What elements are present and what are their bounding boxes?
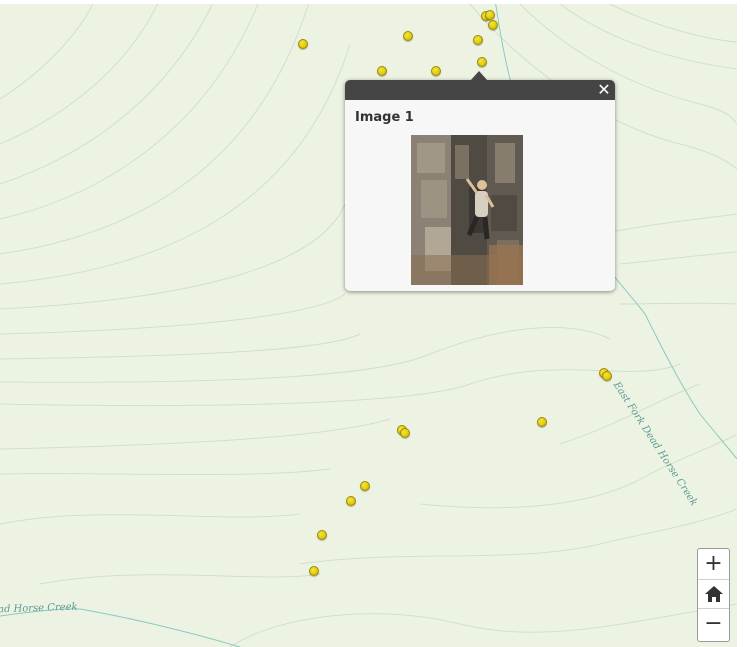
map-marker[interactable] <box>485 10 495 20</box>
zoom-control: + − <box>697 548 730 642</box>
map-marker[interactable] <box>473 35 483 45</box>
map-marker[interactable] <box>317 530 327 540</box>
map-marker[interactable] <box>477 57 487 67</box>
zoom-out-button[interactable]: − <box>698 609 729 639</box>
map-marker[interactable] <box>537 417 547 427</box>
map-marker[interactable] <box>488 20 498 30</box>
map-marker[interactable] <box>309 566 319 576</box>
page-margin <box>737 0 744 647</box>
zoom-in-button[interactable]: + <box>698 549 729 579</box>
map-view[interactable]: East Fork Dead Horse Creek ad Horse Cree… <box>0 4 737 647</box>
close-icon[interactable]: ✕ <box>596 80 612 100</box>
map-marker[interactable] <box>377 66 387 76</box>
dead-horse-creek-line <box>0 608 241 647</box>
home-button[interactable] <box>698 579 729 609</box>
minus-icon: − <box>704 611 723 636</box>
rock-climber-photo[interactable] <box>411 135 523 285</box>
map-marker[interactable] <box>346 496 356 506</box>
image-popup: ✕ Image 1 <box>345 71 615 291</box>
map-marker[interactable] <box>431 66 441 76</box>
map-marker[interactable] <box>403 31 413 41</box>
map-marker[interactable] <box>298 39 308 49</box>
popup-title: Image 1 <box>355 110 414 125</box>
map-marker[interactable] <box>360 481 370 491</box>
plus-icon: + <box>704 551 723 576</box>
popup-header: ✕ <box>345 80 615 100</box>
home-icon <box>704 586 723 602</box>
map-marker[interactable] <box>400 428 410 438</box>
map-marker[interactable] <box>602 371 612 381</box>
